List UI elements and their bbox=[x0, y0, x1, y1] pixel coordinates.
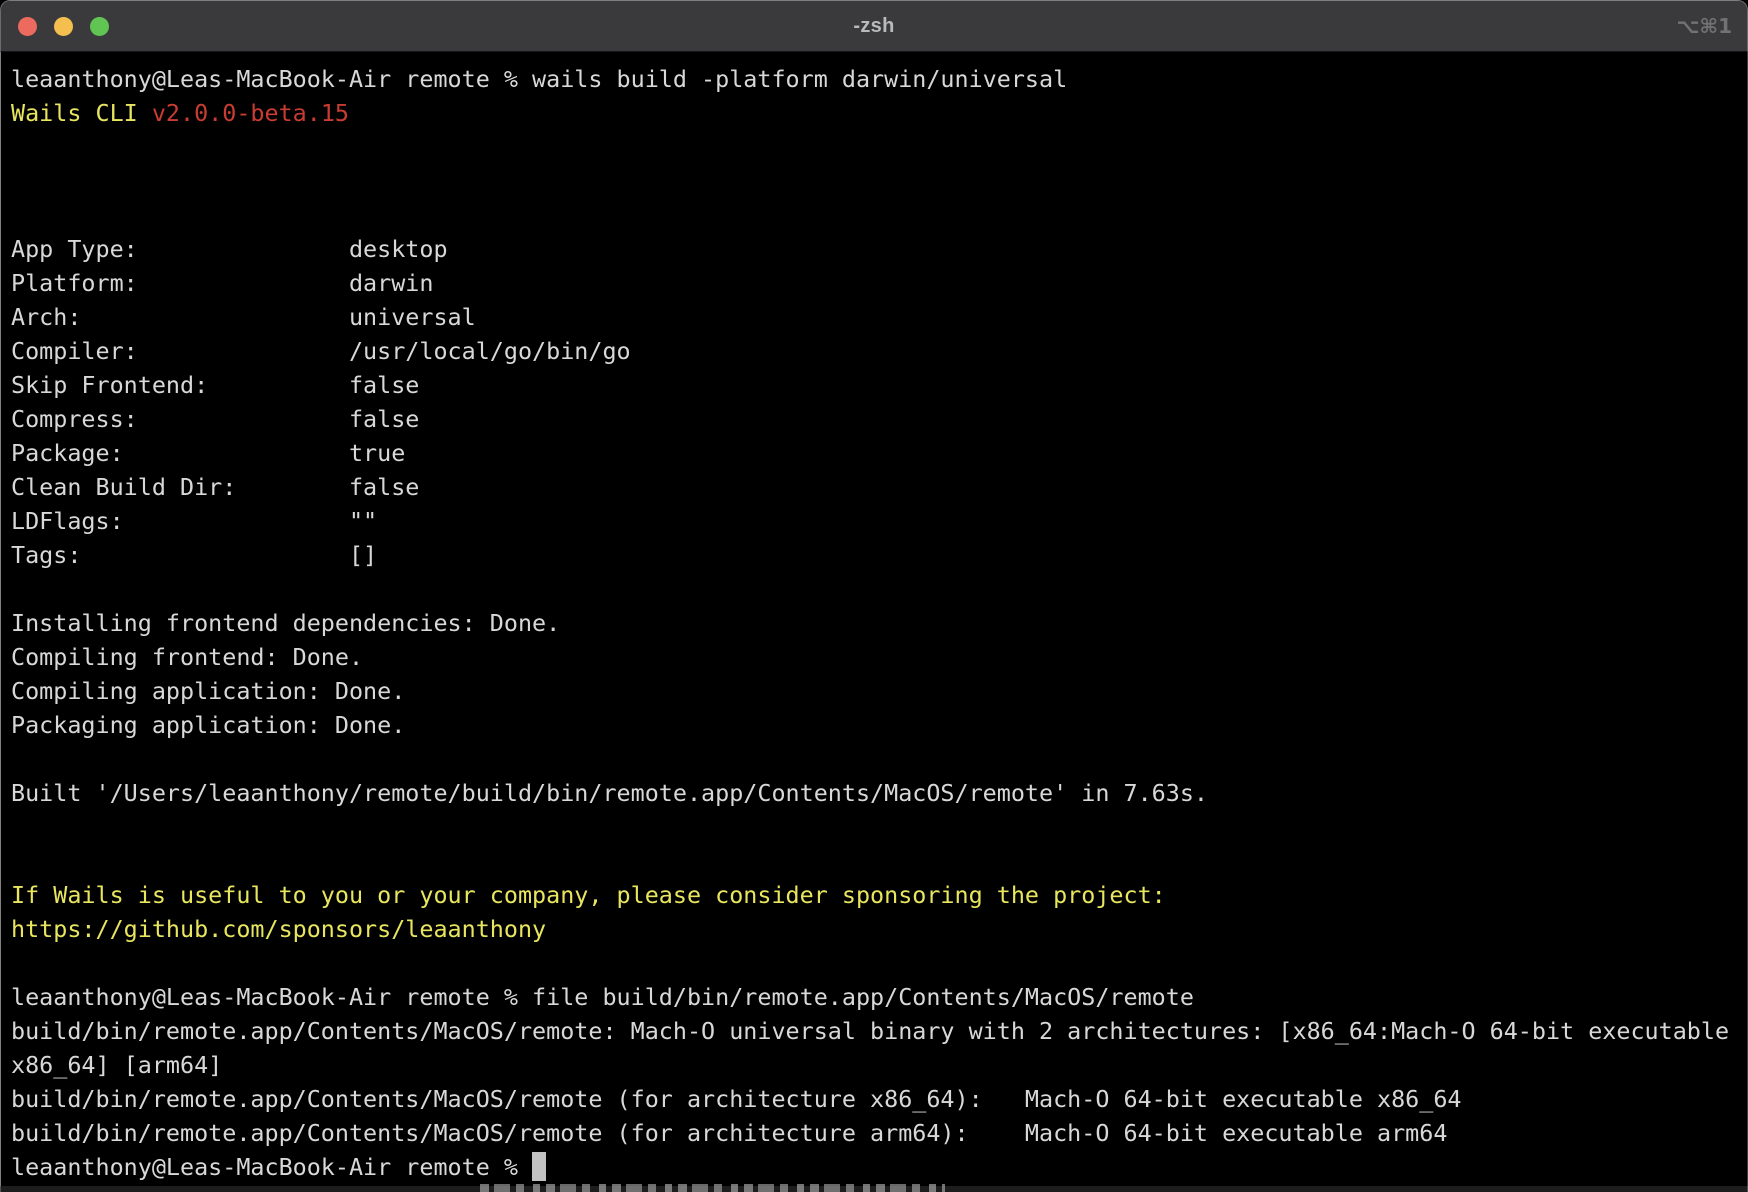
terminal-text: leaanthony@Leas-MacBook-Air remote % fil… bbox=[11, 983, 1194, 1011]
terminal-line: Compress: false bbox=[11, 402, 1748, 436]
terminal-line bbox=[11, 572, 1748, 606]
titlebar[interactable]: -zsh ⌥⌘1 bbox=[0, 0, 1748, 52]
terminal-text: Package: true bbox=[11, 439, 405, 467]
terminal-line: Built '/Users/leaanthony/remote/build/bi… bbox=[11, 776, 1748, 810]
terminal-line: leaanthony@Leas-MacBook-Air remote % wai… bbox=[11, 62, 1748, 96]
terminal-text: Packaging application: Done. bbox=[11, 711, 405, 739]
terminal-line: Packaging application: Done. bbox=[11, 708, 1748, 742]
terminal-line bbox=[11, 946, 1748, 980]
terminal-line: leaanthony@Leas-MacBook-Air remote % bbox=[11, 1150, 1748, 1184]
terminal-line bbox=[11, 164, 1748, 198]
terminal-text: Skip Frontend: false bbox=[11, 371, 419, 399]
terminal-text: Clean Build Dir: false bbox=[11, 473, 419, 501]
terminal-text: build/bin/remote.app/Contents/MacOS/remo… bbox=[11, 1085, 1461, 1113]
terminal-line: Compiler: /usr/local/go/bin/go bbox=[11, 334, 1748, 368]
terminal-text: If Wails is useful to you or your compan… bbox=[11, 881, 1166, 909]
terminal-text: Compiler: /usr/local/go/bin/go bbox=[11, 337, 631, 365]
terminal-line: Package: true bbox=[11, 436, 1748, 470]
terminal-line: If Wails is useful to you or your compan… bbox=[11, 878, 1748, 912]
terminal-text: Tags: [] bbox=[11, 541, 377, 569]
terminal-line: App Type: desktop bbox=[11, 232, 1748, 266]
terminal-line: Platform: darwin bbox=[11, 266, 1748, 300]
window-title: -zsh bbox=[0, 15, 1748, 38]
terminal-line bbox=[11, 742, 1748, 776]
terminal-text: leaanthony@Leas-MacBook-Air remote % bbox=[11, 1153, 532, 1181]
terminal-line: https://github.com/sponsors/leaanthony bbox=[11, 912, 1748, 946]
window-shortcut-hint: ⌥⌘1 bbox=[1676, 0, 1732, 52]
terminal-text: LDFlags: "" bbox=[11, 507, 377, 535]
terminal-line: Tags: [] bbox=[11, 538, 1748, 572]
terminal-line: build/bin/remote.app/Contents/MacOS/remo… bbox=[11, 1082, 1748, 1116]
terminal-line: LDFlags: "" bbox=[11, 504, 1748, 538]
terminal-text: Arch: universal bbox=[11, 303, 476, 331]
terminal-line bbox=[11, 810, 1748, 844]
terminal-text: build/bin/remote.app/Contents/MacOS/remo… bbox=[11, 1017, 1729, 1045]
terminal-line: Compiling frontend: Done. bbox=[11, 640, 1748, 674]
terminal-text: leaanthony@Leas-MacBook-Air remote % wai… bbox=[11, 65, 1067, 93]
terminal-line: Arch: universal bbox=[11, 300, 1748, 334]
terminal-text: Compiling application: Done. bbox=[11, 677, 405, 705]
terminal-text: https://github.com/sponsors/leaanthony bbox=[11, 915, 546, 943]
terminal-text: x86_64] [arm64] bbox=[11, 1051, 222, 1079]
terminal-text: App Type: desktop bbox=[11, 235, 448, 263]
terminal-text: Wails CLI bbox=[11, 99, 152, 127]
terminal-line: Wails CLI v2.0.0-beta.15 bbox=[11, 96, 1748, 130]
terminal-cursor bbox=[532, 1152, 546, 1181]
terminal-text: Compiling frontend: Done. bbox=[11, 643, 363, 671]
terminal-text: build/bin/remote.app/Contents/MacOS/remo… bbox=[11, 1119, 1447, 1147]
terminal-screen[interactable]: leaanthony@Leas-MacBook-Air remote % wai… bbox=[0, 52, 1748, 1192]
terminal-text: Installing frontend dependencies: Done. bbox=[11, 609, 560, 637]
terminal-line: Skip Frontend: false bbox=[11, 368, 1748, 402]
clipped-text-fragment bbox=[480, 1184, 945, 1192]
terminal-window: -zsh ⌥⌘1 leaanthony@Leas-MacBook-Air rem… bbox=[0, 0, 1748, 1192]
terminal-line: build/bin/remote.app/Contents/MacOS/remo… bbox=[11, 1116, 1748, 1150]
terminal-line bbox=[11, 844, 1748, 878]
terminal-text: Built '/Users/leaanthony/remote/build/bi… bbox=[11, 779, 1208, 807]
terminal-text: Platform: darwin bbox=[11, 269, 433, 297]
terminal-text: Compress: false bbox=[11, 405, 419, 433]
terminal-line: Compiling application: Done. bbox=[11, 674, 1748, 708]
terminal-line: x86_64] [arm64] bbox=[11, 1048, 1748, 1082]
terminal-text: v2.0.0-beta.15 bbox=[152, 99, 349, 127]
terminal-line bbox=[11, 130, 1748, 164]
terminal-line: build/bin/remote.app/Contents/MacOS/remo… bbox=[11, 1014, 1748, 1048]
terminal-line: Clean Build Dir: false bbox=[11, 470, 1748, 504]
terminal-line: Installing frontend dependencies: Done. bbox=[11, 606, 1748, 640]
terminal-line bbox=[11, 198, 1748, 232]
terminal-line: leaanthony@Leas-MacBook-Air remote % fil… bbox=[11, 980, 1748, 1014]
